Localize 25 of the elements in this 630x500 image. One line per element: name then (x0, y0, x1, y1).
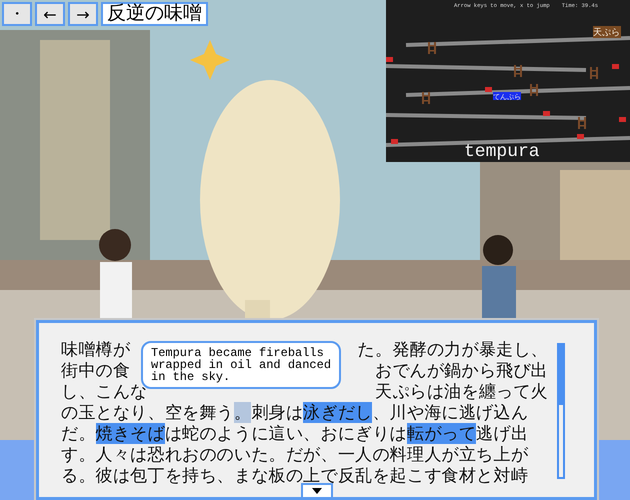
story-text: の玉となり、空を舞う (61, 402, 234, 423)
target-word: tempura (464, 142, 540, 162)
story-text: 天ぷらは油を纏って火 (375, 381, 548, 402)
story-text: る。彼は包丁を持ち、まな板の上で反乱を起こす食材と対峙 (61, 465, 528, 486)
story-text: 泳ぎだし (303, 402, 372, 423)
caret-icon (312, 488, 322, 494)
story-text: は蛇のように這い、おにぎりは (164, 423, 408, 444)
story-text: す。人々は恐れおののいた。だが、一人の料理人が立ち上が (61, 444, 528, 465)
story-text: 。 (234, 402, 252, 423)
scroll-down-button[interactable] (301, 483, 333, 499)
story-text: 逃げ出 (476, 423, 528, 444)
story-text: 味噌樽が (61, 339, 130, 360)
story-text: だ。 (61, 423, 96, 444)
toolbar-button[interactable]: ・ (2, 2, 32, 26)
scrollbar[interactable] (557, 343, 565, 479)
goal-marker: 天ぷら (593, 26, 621, 38)
story-text: おでんが鍋から飛び出 (375, 360, 548, 381)
game-title: 反逆の味噌 (101, 2, 208, 26)
story-text: 街中の食 (61, 360, 130, 381)
story-text: 、川や海に逃げ込ん (372, 402, 528, 423)
toolbar-button[interactable]: → (68, 2, 98, 26)
story-text: 転がって (407, 423, 476, 444)
toolbar-button[interactable]: ← (35, 2, 65, 26)
story-text: た。発酵の力が暴走し、 (358, 339, 548, 360)
story-text: 刺身は (251, 402, 304, 423)
